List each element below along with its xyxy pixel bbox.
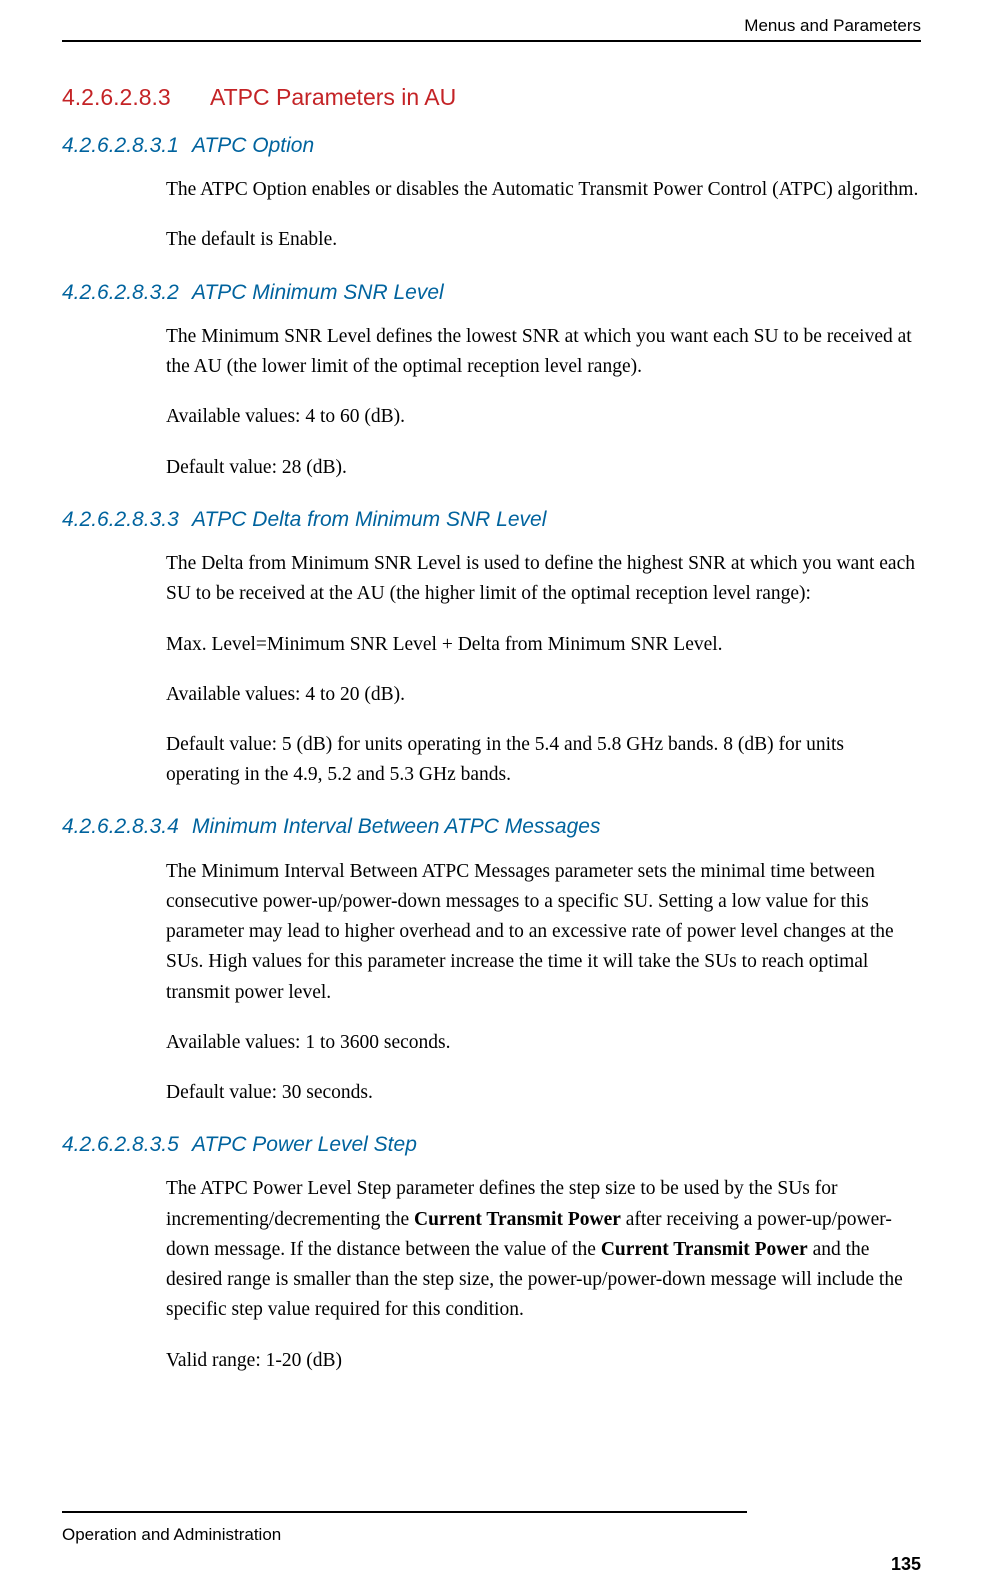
body-block: The ATPC Option enables or disables the …: [166, 175, 921, 255]
subsection-title: ATPC Delta from Minimum SNR Level: [192, 508, 546, 531]
subsection-number: 4.2.6.2.8.3.4: [62, 814, 192, 840]
section-title: ATPC Parameters in AU: [210, 84, 456, 110]
subsection-number: 4.2.6.2.8.3.1: [62, 133, 192, 159]
header-section-title: Menus and Parameters: [744, 16, 921, 36]
body-block: The Minimum SNR Level defines the lowest…: [166, 322, 921, 483]
section-heading: 4.2.6.2.8.3ATPC Parameters in AU: [62, 84, 921, 111]
subsection-number: 4.2.6.2.8.3.3: [62, 507, 192, 533]
subsection-heading: 4.2.6.2.8.3.3ATPC Delta from Minimum SNR…: [62, 507, 921, 533]
body-block: The ATPC Power Level Step parameter defi…: [166, 1174, 921, 1375]
subsection-title: ATPC Minimum SNR Level: [192, 281, 444, 304]
subsection-title: ATPC Power Level Step: [192, 1133, 417, 1156]
subsection-heading: 4.2.6.2.8.3.1ATPC Option: [62, 133, 921, 159]
bold-text: Current Transmit Power: [601, 1239, 808, 1260]
paragraph: Available values: 4 to 20 (dB).: [166, 680, 921, 710]
footer-rule: [62, 1511, 747, 1513]
paragraph: Default value: 5 (dB) for units operatin…: [166, 730, 921, 790]
paragraph: The ATPC Power Level Step parameter defi…: [166, 1174, 921, 1325]
paragraph: Valid range: 1-20 (dB): [166, 1346, 921, 1376]
paragraph: The default is Enable.: [166, 225, 921, 255]
subsection-heading: 4.2.6.2.8.3.5ATPC Power Level Step: [62, 1132, 921, 1158]
paragraph: Default value: 30 seconds.: [166, 1078, 921, 1108]
subsection-title: Minimum Interval Between ATPC Messages: [192, 815, 600, 838]
body-block: The Minimum Interval Between ATPC Messag…: [166, 857, 921, 1109]
body-block: The Delta from Minimum SNR Level is used…: [166, 549, 921, 790]
subsection-number: 4.2.6.2.8.3.5: [62, 1132, 192, 1158]
paragraph: The Minimum SNR Level defines the lowest…: [166, 322, 921, 382]
subsection-number: 4.2.6.2.8.3.2: [62, 280, 192, 306]
paragraph: The Delta from Minimum SNR Level is used…: [166, 549, 921, 609]
section-number: 4.2.6.2.8.3: [62, 84, 210, 111]
paragraph: Default value: 28 (dB).: [166, 453, 921, 483]
subsection-heading: 4.2.6.2.8.3.2ATPC Minimum SNR Level: [62, 280, 921, 306]
page: Menus and Parameters 4.2.6.2.8.3ATPC Par…: [0, 0, 984, 1595]
subsection-title: ATPC Option: [192, 134, 314, 157]
page-number: 135: [891, 1554, 921, 1575]
header-rule: [62, 40, 921, 42]
content-area: 4.2.6.2.8.3ATPC Parameters in AU 4.2.6.2…: [62, 84, 921, 1396]
paragraph: Available values: 1 to 3600 seconds.: [166, 1028, 921, 1058]
paragraph: Available values: 4 to 60 (dB).: [166, 402, 921, 432]
paragraph: The ATPC Option enables or disables the …: [166, 175, 921, 205]
paragraph: Max. Level=Minimum SNR Level + Delta fro…: [166, 630, 921, 660]
subsection-heading: 4.2.6.2.8.3.4Minimum Interval Between AT…: [62, 814, 921, 840]
paragraph: The Minimum Interval Between ATPC Messag…: [166, 857, 921, 1008]
footer-left: Operation and Administration: [62, 1525, 281, 1545]
bold-text: Current Transmit Power: [414, 1209, 621, 1230]
